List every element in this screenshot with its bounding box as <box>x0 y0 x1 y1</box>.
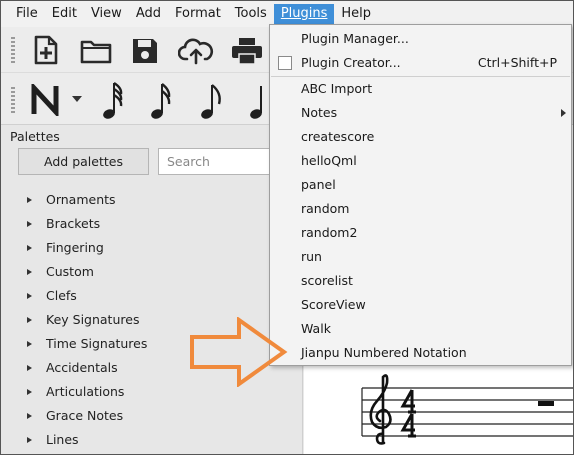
menu-file[interactable]: File <box>9 4 45 24</box>
submenu-arrow-icon <box>561 109 566 117</box>
menu-item-helloqml[interactable]: helloQml <box>270 149 571 173</box>
print-icon[interactable] <box>229 37 265 65</box>
new-score-icon[interactable] <box>31 35 61 65</box>
toolbar-grip[interactable] <box>11 87 15 113</box>
palette-item-custom[interactable]: Custom <box>1 261 301 285</box>
menu-tools[interactable]: Tools <box>228 4 274 24</box>
menu-format[interactable]: Format <box>168 4 228 24</box>
menu-plugins[interactable]: Plugins <box>273 4 335 24</box>
expand-arrow-icon <box>27 197 32 203</box>
expand-arrow-icon <box>27 413 32 419</box>
palette-item-ornaments[interactable]: Ornaments <box>1 189 301 213</box>
menu-item-run[interactable]: run <box>270 245 571 269</box>
expand-arrow-icon <box>27 317 32 323</box>
save-icon[interactable] <box>129 36 161 66</box>
menu-help[interactable]: Help <box>334 4 378 24</box>
menu-item-plugin-manager[interactable]: Plugin Manager... <box>270 27 571 51</box>
add-palettes-button[interactable]: Add palettes <box>18 148 149 175</box>
menu-item-scorelist[interactable]: scorelist <box>270 269 571 293</box>
expand-arrow-icon <box>27 389 32 395</box>
quarter-note-icon[interactable] <box>249 79 267 121</box>
note-input-icon[interactable] <box>29 83 61 117</box>
menu-item-jianpu-numbered-notation[interactable]: Jianpu Numbered Notation <box>270 341 571 365</box>
open-folder-icon[interactable] <box>79 37 113 65</box>
plugins-dropdown-menu: Plugin Manager... Plugin Creator... Ctrl… <box>269 24 572 366</box>
whole-rest-icon <box>538 401 554 406</box>
menu-item-scoreview[interactable]: ScoreView <box>270 293 571 317</box>
menu-view[interactable]: View <box>84 4 129 24</box>
expand-arrow-icon <box>27 341 32 347</box>
menu-item-createscore[interactable]: createscore <box>270 125 571 149</box>
menu-item-random[interactable]: random <box>270 197 571 221</box>
menu-edit[interactable]: Edit <box>45 4 84 24</box>
eighth-note-icon[interactable] <box>199 79 225 121</box>
expand-arrow-icon <box>27 437 32 443</box>
checkbox-icon <box>278 56 292 70</box>
palette-item-brackets[interactable]: Brackets <box>1 213 301 237</box>
expand-arrow-icon <box>27 221 32 227</box>
palettes-title: Palettes <box>10 129 60 144</box>
shortcut-label: Ctrl+Shift+P <box>477 55 557 70</box>
expand-arrow-icon <box>27 245 32 251</box>
app-window: File Edit View Add Format Tools Plugins … <box>0 0 574 455</box>
menu-item-walk[interactable]: Walk <box>270 317 571 341</box>
annotation-arrow-icon <box>190 317 288 387</box>
sixty-fourth-note-icon[interactable] <box>101 79 127 121</box>
expand-arrow-icon <box>27 269 32 275</box>
time-signature-icon <box>400 389 416 438</box>
menu-item-abc-import[interactable]: ABC Import <box>270 77 571 101</box>
toolbar-grip[interactable] <box>11 37 15 63</box>
palette-item-fingering[interactable]: Fingering <box>1 237 301 261</box>
palette-item-grace-notes[interactable]: Grace Notes <box>1 405 301 429</box>
menu-item-plugin-creator[interactable]: Plugin Creator... Ctrl+Shift+P <box>270 51 571 75</box>
cloud-upload-icon[interactable] <box>177 36 215 66</box>
treble-clef-icon <box>369 374 392 445</box>
menu-item-random2[interactable]: random2 <box>270 221 571 245</box>
menu-item-panel[interactable]: panel <box>270 173 571 197</box>
menu-add[interactable]: Add <box>129 4 168 24</box>
palettes-panel: Palettes Add palettes Search Ornaments B… <box>1 125 303 454</box>
chevron-down-icon[interactable] <box>71 93 83 105</box>
thirty-second-note-icon[interactable] <box>149 79 175 121</box>
expand-arrow-icon <box>27 365 32 371</box>
palette-item-clefs[interactable]: Clefs <box>1 285 301 309</box>
menu-item-notes[interactable]: Notes <box>270 101 571 125</box>
palette-item-lines[interactable]: Lines <box>1 429 301 453</box>
expand-arrow-icon <box>27 293 32 299</box>
